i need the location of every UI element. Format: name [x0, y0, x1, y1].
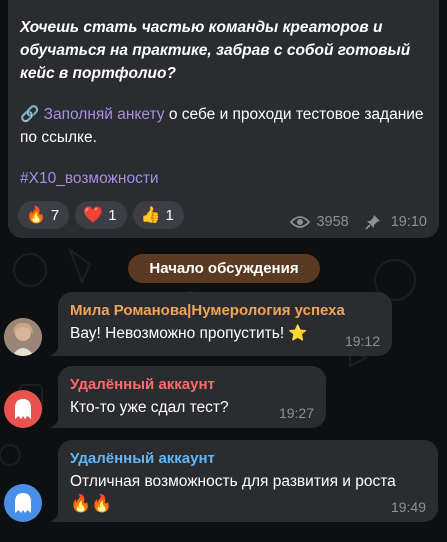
- message-item: Удалённый аккаунт Отличная возможность д…: [0, 440, 447, 542]
- message-text: Кто-то уже сдал тест?: [70, 399, 229, 416]
- views-count: 3958: [316, 214, 349, 230]
- post-hashtag[interactable]: #X10_возможности: [20, 167, 425, 190]
- pin-icon: [365, 215, 380, 230]
- eye-icon: [290, 216, 311, 228]
- avatar[interactable]: [4, 484, 42, 522]
- message-bubble[interactable]: Удалённый аккаунт Кто-то уже сдал тест? …: [58, 366, 326, 428]
- reactions-bar: 🔥 7 ❤️ 1 👍 1: [18, 201, 184, 229]
- heart-icon: ❤️: [83, 207, 104, 224]
- message-item: Мила Романова|Нумерология успеха Вау! Не…: [0, 292, 447, 362]
- avatar[interactable]: [4, 390, 42, 428]
- post-meta: 3958 19:10: [290, 214, 427, 230]
- reaction-count: 7: [50, 206, 60, 224]
- reaction-thumbs-up[interactable]: 👍 1: [132, 201, 184, 229]
- message-text: Вау! Невозможно пропустить! ⭐: [70, 325, 308, 342]
- message-text: Отличная возможность для развития и рост…: [70, 473, 396, 490]
- reaction-heart[interactable]: ❤️ 1: [75, 201, 127, 229]
- reaction-count: 1: [165, 206, 174, 224]
- post-time: 19:10: [390, 214, 427, 230]
- message-bubble[interactable]: Мила Романова|Нумерология успеха Вау! Не…: [58, 292, 392, 356]
- discussion-start-label: Начало обсуждения: [128, 254, 320, 283]
- message-author[interactable]: Удалённый аккаунт: [70, 449, 426, 469]
- ghost-icon: [15, 399, 31, 419]
- user-photo: [4, 318, 42, 356]
- message-item: Удалённый аккаунт Кто-то уже сдал тест? …: [0, 366, 447, 436]
- form-link[interactable]: Заполняй анкету: [44, 106, 165, 123]
- link-icon: 🔗: [20, 106, 40, 123]
- reaction-fire[interactable]: 🔥 7: [18, 201, 70, 229]
- post-italic-text: Хочешь стать частью команды креаторов и …: [20, 19, 411, 82]
- message-author[interactable]: Удалённый аккаунт: [70, 375, 314, 395]
- message-emoji: 🔥🔥: [70, 494, 113, 513]
- message-time: 19:49: [390, 499, 426, 515]
- message-bubble[interactable]: Удалённый аккаунт Отличная возможность д…: [58, 440, 438, 522]
- avatar[interactable]: [4, 318, 42, 356]
- post-paragraph: 🔗 Заполняй анкету о себе и проходи тесто…: [20, 103, 425, 149]
- ghost-icon: [15, 493, 31, 513]
- channel-post: Хочешь стать частью команды креаторов и …: [8, 0, 439, 238]
- fire-icon: 🔥: [26, 207, 46, 224]
- reaction-count: 1: [108, 206, 117, 224]
- message-time: 19:12: [344, 333, 380, 349]
- thumbs-up-icon: 👍: [140, 207, 161, 224]
- message-time: 19:27: [278, 405, 314, 421]
- message-author[interactable]: Мила Романова|Нумерология успеха: [70, 301, 380, 321]
